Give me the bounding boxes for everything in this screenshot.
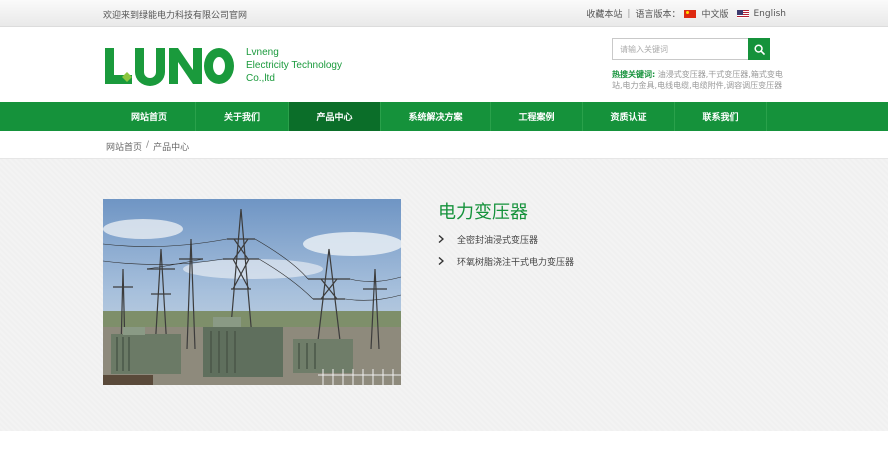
company-name-line1: Lvneng <box>246 47 279 58</box>
breadcrumb-home[interactable]: 网站首页 <box>106 140 142 153</box>
breadcrumb-bar: 网站首页 / 产品中心 <box>0 131 888 159</box>
top-bar-separator: | <box>627 8 631 19</box>
nav-item-certifications[interactable]: 资质认证 <box>583 102 675 131</box>
company-name: Lvneng Electricity Technology Co.,ltd <box>246 46 342 85</box>
product-photo[interactable] <box>103 199 401 385</box>
main-nav: 网站首页 关于我们 产品中心 系统解决方案 工程案例 资质认证 联系我们 <box>0 102 888 131</box>
nav-item-products[interactable]: 产品中心 <box>289 102 381 131</box>
hot-keywords: 热搜关键词: 油浸式变压器,干式变压器,箱式变电站,电力金具,电线电缆,电缆附件… <box>612 69 787 91</box>
product-list-item[interactable]: 环氧树脂浇注干式电力变压器 <box>438 250 574 272</box>
product-category-title: 电力变压器 <box>438 202 528 223</box>
product-list-item-label: 环氧树脂浇注干式电力变压器 <box>457 257 575 268</box>
site-logo[interactable] <box>103 46 235 86</box>
search-button[interactable] <box>748 38 770 60</box>
breadcrumb: 网站首页 / 产品中心 <box>106 140 189 153</box>
language-label: 语言版本： <box>635 10 681 20</box>
product-list-item[interactable]: 全密封油浸式变压器 <box>438 228 574 250</box>
top-bar: 欢迎来到绿能电力科技有限公司官网 收藏本站 | 语言版本： 中文版 Englis… <box>0 0 888 27</box>
product-list: 全密封油浸式变压器 环氧树脂浇注干式电力变压器 <box>438 228 574 272</box>
lang-chinese-link[interactable]: 中文版 <box>701 7 728 20</box>
company-name-line2: Electricity Technology <box>246 60 342 71</box>
nav-item-contact[interactable]: 联系我们 <box>675 102 767 131</box>
china-flag-icon <box>684 9 697 18</box>
nav-item-cases[interactable]: 工程案例 <box>491 102 583 131</box>
luno-logo-graphic <box>105 48 234 86</box>
search-icon <box>753 43 765 55</box>
hot-keywords-label: 热搜关键词: <box>612 70 656 79</box>
lang-english-link[interactable]: English <box>754 9 787 19</box>
main-nav-list: 网站首页 关于我们 产品中心 系统解决方案 工程案例 资质认证 联系我们 <box>103 102 767 131</box>
nav-item-home[interactable]: 网站首页 <box>103 102 196 131</box>
chevron-right-icon <box>438 256 451 266</box>
company-name-line3: Co.,ltd <box>246 73 275 84</box>
nav-item-about[interactable]: 关于我们 <box>196 102 289 131</box>
product-list-item-label: 全密封油浸式变压器 <box>457 235 539 246</box>
main-content: 电力变压器 全密封油浸式变压器 环氧树脂浇注干式电力变压器 <box>0 159 888 431</box>
top-bar-links: 收藏本站 | 语言版本： 中文版 English <box>586 7 787 21</box>
breadcrumb-separator: / <box>146 140 150 150</box>
substation-photo <box>103 199 401 385</box>
bookmark-link[interactable]: 收藏本站 <box>586 7 622 20</box>
nav-item-solutions[interactable]: 系统解决方案 <box>381 102 491 131</box>
breadcrumb-current: 产品中心 <box>153 143 190 153</box>
welcome-text: 欢迎来到绿能电力科技有限公司官网 <box>103 11 248 21</box>
search-box <box>612 38 770 60</box>
footer-area <box>0 431 888 449</box>
us-flag-icon <box>736 9 749 18</box>
chevron-right-icon <box>438 234 451 244</box>
search-input[interactable] <box>612 38 749 60</box>
site-header: Lvneng Electricity Technology Co.,ltd 热搜… <box>0 27 888 102</box>
